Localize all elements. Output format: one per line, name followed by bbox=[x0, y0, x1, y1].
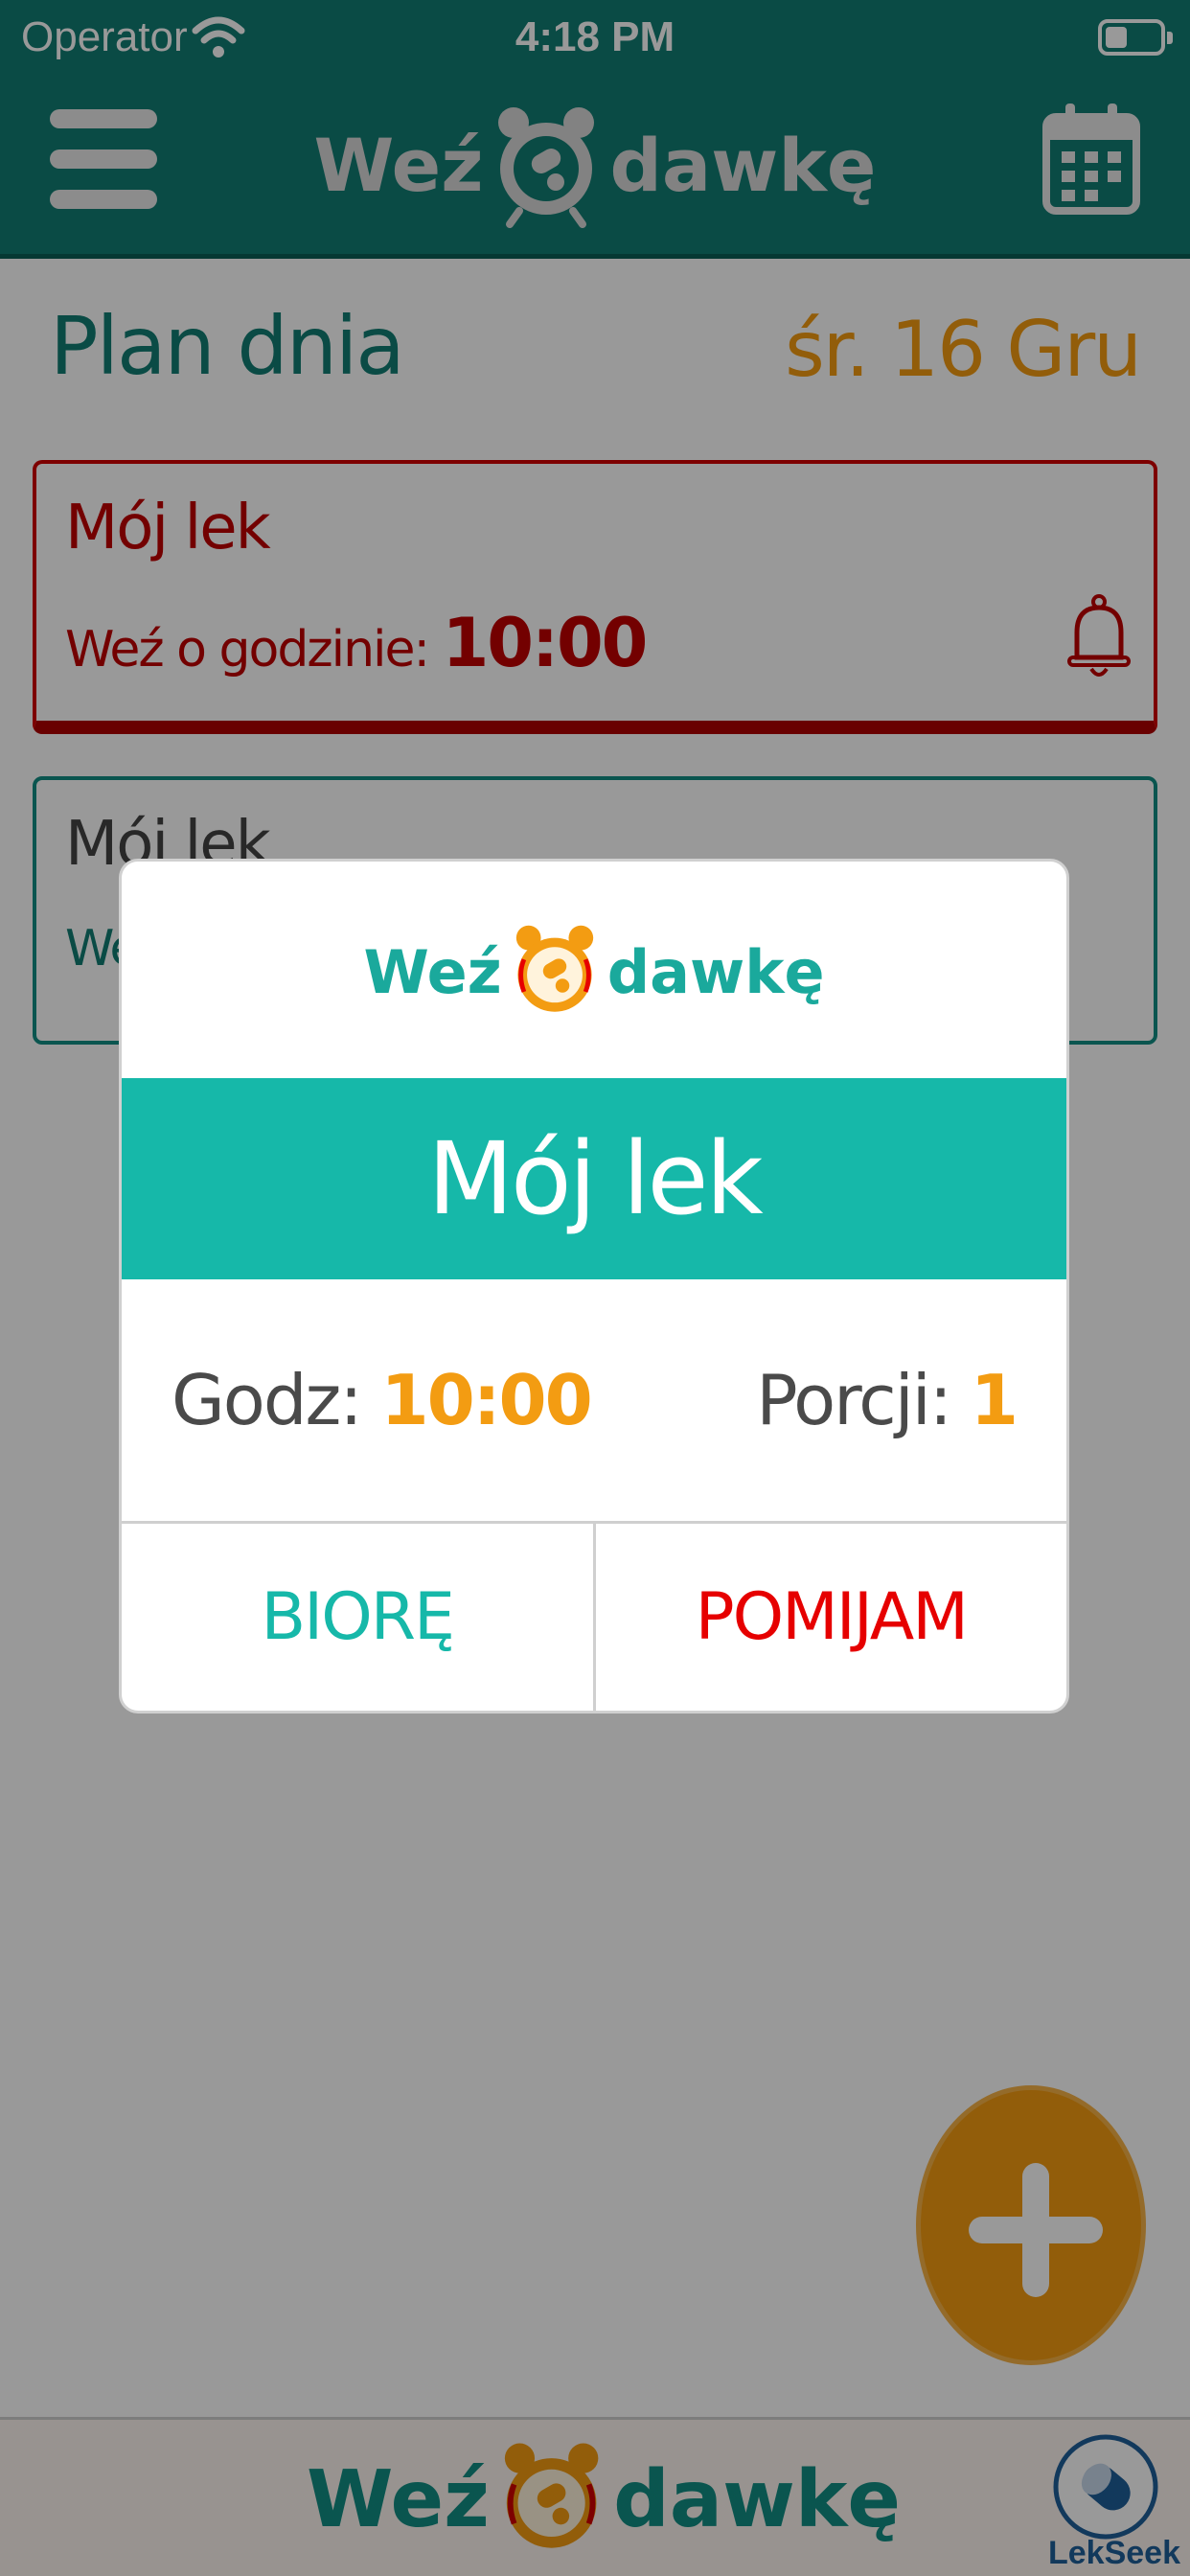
dialog-title: Mój lek bbox=[427, 1120, 763, 1237]
portion-value: 1 bbox=[970, 1360, 1018, 1440]
portion-label: Porcji: bbox=[756, 1360, 952, 1440]
alarm-clock-icon bbox=[515, 925, 593, 1012]
skip-dose-button[interactable]: POMIJAM bbox=[596, 1524, 1067, 1711]
dose-time-value: 10:00 bbox=[380, 1360, 593, 1440]
dialog-actions: BIORĘ POMIJAM bbox=[122, 1521, 1066, 1711]
dose-details: Godz: 10:00 Porcji: 1 bbox=[122, 1279, 1066, 1521]
take-dose-button[interactable]: BIORĘ bbox=[122, 1524, 596, 1711]
logo-word-take: Weź bbox=[363, 936, 502, 1007]
dose-time-label: Godz: bbox=[172, 1360, 363, 1440]
logo-word-dose: dawkę bbox=[606, 936, 825, 1007]
portion-info: Porcji: 1 bbox=[756, 1360, 1018, 1440]
dose-time-info: Godz: 10:00 bbox=[172, 1360, 593, 1440]
dialog-logo: Weź dawkę bbox=[122, 919, 1066, 1024]
dialog-header: Mój lek bbox=[122, 1078, 1066, 1279]
dose-dialog: Weź dawkę Mój lek Godz: 10:00 Porcji: 1 … bbox=[119, 859, 1069, 1714]
